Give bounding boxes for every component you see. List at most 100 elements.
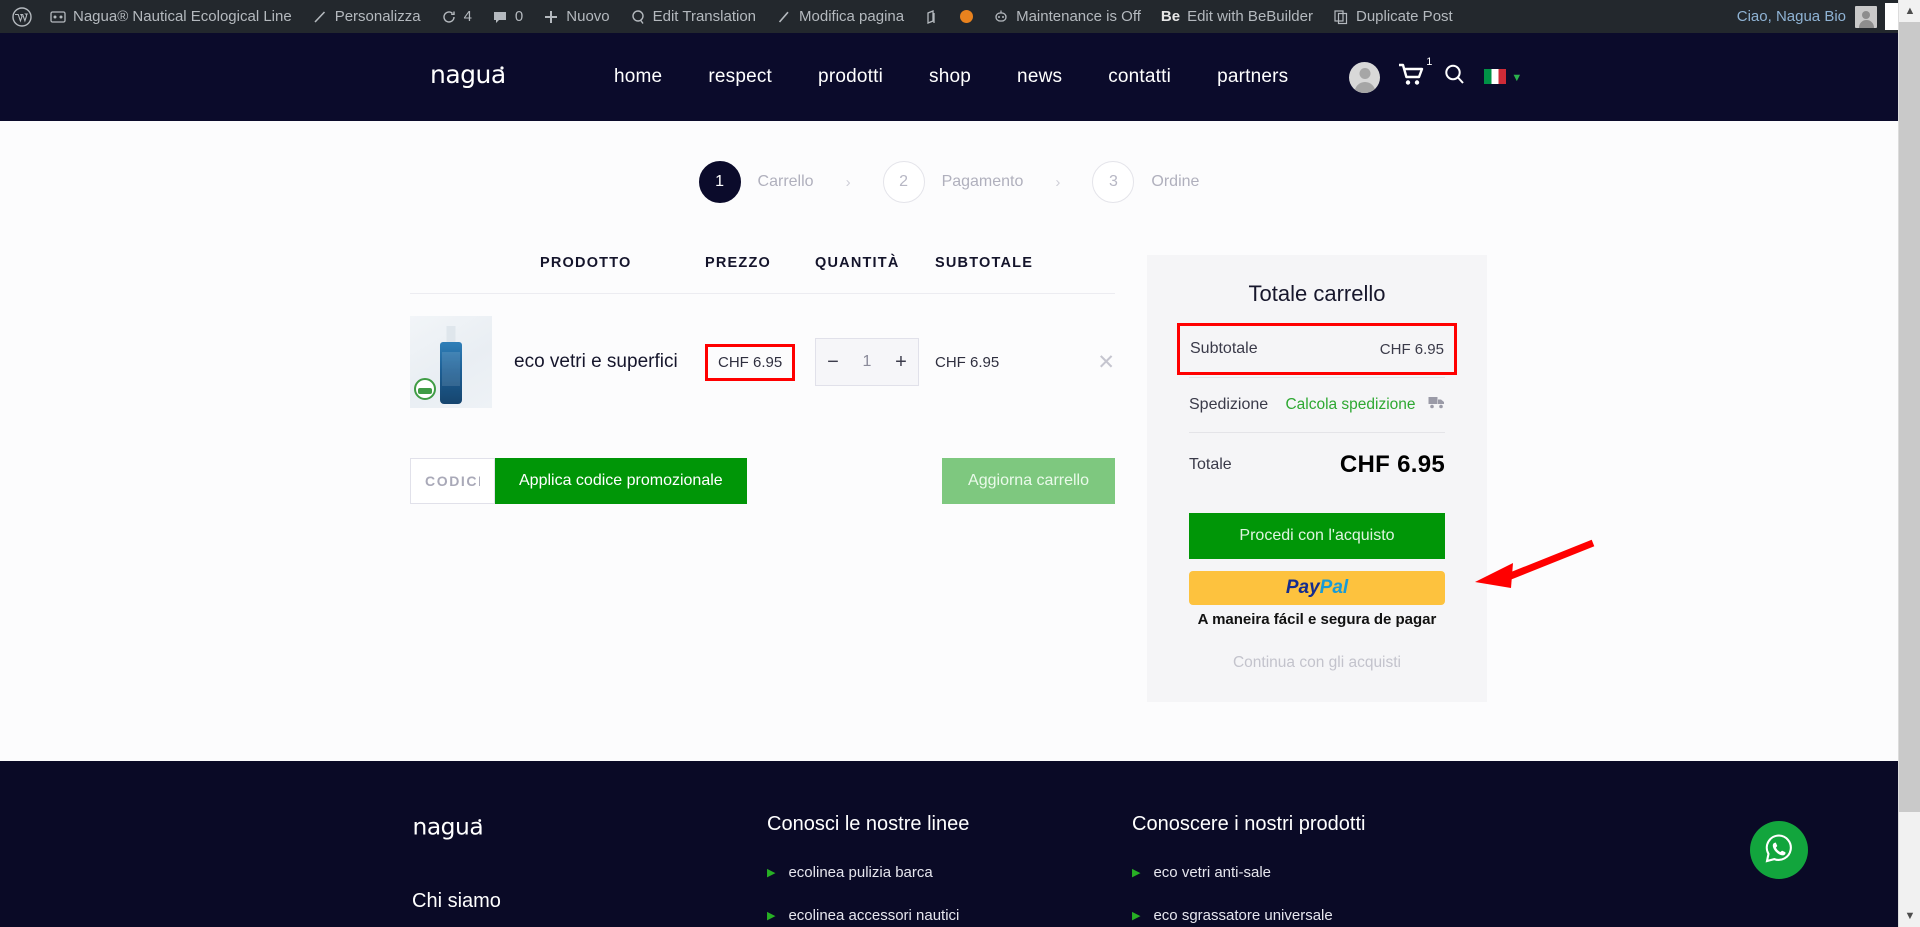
shipping-label: Spedizione	[1189, 396, 1269, 413]
account-avatar-icon[interactable]	[1349, 61, 1381, 93]
admin-bar-customize-label: Personalizza	[334, 8, 421, 25]
be-icon: Be	[1160, 8, 1181, 25]
admin-bar-comments[interactable]: 0	[482, 0, 533, 33]
admin-bar-duplicate-post[interactable]: Duplicate Post	[1323, 0, 1463, 33]
orange-dot-icon	[960, 10, 974, 23]
nav-item-news[interactable]: news	[994, 66, 1085, 88]
shipping-row: Spedizione Calcola spedizione	[1189, 377, 1445, 432]
checkout-steps: 1 Carrello › 2 Pagamento › 3 Ordine	[0, 161, 1898, 203]
admin-bar-bebuilder[interactable]: Be Edit with BeBuilder	[1151, 0, 1323, 33]
admin-bar-duplicate-post-label: Duplicate Post	[1355, 8, 1453, 25]
quantity-decrease-button[interactable]: −	[816, 351, 850, 374]
footer-link-eco-sgrassatore-universale[interactable]: ▶ eco sgrassatore universale	[1132, 907, 1497, 924]
header-tools: 1 ▼	[1349, 56, 1522, 93]
page-scrollbar[interactable]: ▲ ▼	[1898, 0, 1920, 927]
cart-left-column: PRODOTTO PREZZO QUANTITÀ SUBTOTALE eco v…	[410, 255, 1115, 702]
arrow-right-icon: ▶	[1132, 867, 1141, 879]
footer-link-label: ecolinea pulizia barca	[788, 864, 933, 881]
admin-bar-howdy[interactable]: Ciao, Nagua Bio	[1737, 5, 1885, 28]
cart-button[interactable]: 1	[1398, 56, 1432, 92]
step-pagamento[interactable]: 2 Pagamento	[882, 161, 1024, 203]
footer-lines-heading: Conosci le nostre linee	[767, 813, 970, 835]
step-carrello[interactable]: 1 Carrello	[698, 161, 814, 203]
remove-item-icon[interactable]: ✕	[1097, 351, 1115, 374]
calculate-shipping-link[interactable]: Calcola spedizione	[1285, 396, 1445, 414]
continue-shopping-link[interactable]: Continua con gli acquisti	[1189, 654, 1445, 672]
admin-bar-maintenance[interactable]: Maintenance is Off	[983, 0, 1151, 33]
arrow-right-icon: ▶	[767, 910, 776, 922]
column-header-subtotale: SUBTOTALE	[935, 255, 1034, 271]
admin-bar-updates[interactable]: 4	[431, 0, 482, 33]
scrollbar-thumb[interactable]	[1899, 22, 1920, 812]
total-row: Totale CHF 6.95	[1189, 432, 1445, 497]
cell-remove: ✕	[1075, 293, 1115, 430]
nav-item-home[interactable]: home	[591, 66, 685, 88]
step-ordine-number: 3	[1092, 161, 1135, 203]
scroll-up-icon[interactable]: ▲	[1899, 0, 1920, 22]
price-highlight-annotation: CHF 6.95	[705, 343, 796, 381]
quantity-stepper[interactable]: − 1 +	[815, 338, 919, 386]
step-ordine[interactable]: 3 Ordine	[1092, 161, 1199, 203]
apply-coupon-button[interactable]: Applica codice promozionale	[495, 458, 747, 504]
coupon-input[interactable]	[410, 458, 495, 504]
site-header: nagua home respect prodotti shop news co…	[0, 33, 1898, 121]
cart-icon	[1398, 63, 1425, 91]
footer-link-ecolinea-pulizia-barca[interactable]: ▶ ecolinea pulizia barca	[767, 864, 1132, 881]
translate-icon	[630, 9, 646, 25]
admin-bar-edit-page[interactable]: Modifica pagina	[766, 0, 914, 33]
admin-bar-wordpress-logo[interactable]	[0, 0, 40, 33]
footer-logo[interactable]: nagua	[412, 812, 767, 846]
nav-item-prodotti[interactable]: prodotti	[795, 66, 906, 88]
plus-icon	[543, 9, 559, 25]
nav-item-contatti[interactable]: contatti	[1085, 66, 1194, 88]
paypal-button[interactable]: PayPal	[1189, 571, 1445, 605]
update-cart-button[interactable]: Aggiorna carrello	[942, 458, 1115, 504]
scroll-down-icon[interactable]: ▼	[1899, 905, 1920, 927]
nav-item-partners[interactable]: partners	[1194, 66, 1311, 88]
updates-icon	[441, 9, 457, 25]
admin-bar-updates-count: 4	[463, 8, 472, 25]
chevron-down-icon: ▼	[1511, 72, 1523, 84]
step-pagamento-number: 2	[882, 161, 925, 203]
whatsapp-button[interactable]	[1750, 821, 1808, 879]
nav-item-shop[interactable]: shop	[906, 66, 994, 88]
admin-bar-site-name[interactable]: Nagua® Nautical Ecological Line	[40, 0, 302, 33]
quantity-value[interactable]: 1	[863, 353, 872, 371]
truck-icon	[1428, 396, 1445, 413]
admin-bar-new-label: Nuovo	[566, 8, 610, 25]
admin-bar-status-dot[interactable]	[950, 0, 983, 33]
footer-link-label: eco vetri anti-sale	[1153, 864, 1272, 881]
product-thumbnail[interactable]	[410, 316, 492, 408]
product-price: CHF 6.95	[718, 353, 783, 371]
step-pagamento-label: Pagamento	[941, 173, 1024, 190]
checkout-button[interactable]: Procedi con l'acquisto	[1189, 513, 1445, 559]
arrow-right-icon: ▶	[1132, 910, 1141, 922]
site-footer: nagua Chi siamo Conosci le nostre linee …	[0, 761, 1898, 927]
footer-about-heading[interactable]: Chi siamo	[412, 890, 767, 913]
footer-products-column: Conoscere i nostri prodotti ▶ eco vetri …	[1132, 813, 1497, 927]
product-name-link[interactable]: eco vetri e superfici	[514, 351, 678, 373]
footer-link-eco-vetri-anti-sale[interactable]: ▶ eco vetri anti-sale	[1132, 864, 1497, 881]
footer-link-ecolinea-accessori-nautici[interactable]: ▶ ecolinea accessori nautici	[767, 907, 1132, 924]
footer-products-heading: Conoscere i nostri prodotti	[1132, 813, 1366, 835]
admin-bar-edit-translation[interactable]: Edit Translation	[620, 0, 766, 33]
search-icon[interactable]	[1443, 63, 1466, 91]
site-logo[interactable]: nagua	[430, 60, 506, 95]
language-switcher[interactable]: ▼	[1484, 68, 1522, 86]
cell-subtotal: CHF 6.95	[935, 293, 1075, 430]
duplicate-icon	[1333, 9, 1349, 25]
cart-count-badge: 1	[1426, 55, 1433, 68]
cart-totals-title: Totale carrello	[1248, 281, 1386, 306]
admin-bar-yoast[interactable]	[914, 0, 950, 33]
admin-bar-customize[interactable]: Personalizza	[302, 0, 431, 33]
cart-totals-panel: Totale carrello Subtotale CHF 6.95 Spedi…	[1147, 255, 1487, 702]
admin-bar-new[interactable]: Nuovo	[533, 0, 619, 33]
step-separator-1: ›	[845, 173, 851, 191]
coupon-row: Applica codice promozionale Aggiorna car…	[410, 458, 1115, 504]
admin-bar-bebuilder-label: Edit with BeBuilder	[1187, 8, 1313, 25]
column-header-quantita: QUANTITÀ	[815, 255, 900, 271]
nav-item-respect[interactable]: respect	[685, 66, 795, 88]
site-icon	[50, 9, 66, 25]
quantity-increase-button[interactable]: +	[884, 351, 918, 374]
avatar	[1855, 5, 1877, 28]
